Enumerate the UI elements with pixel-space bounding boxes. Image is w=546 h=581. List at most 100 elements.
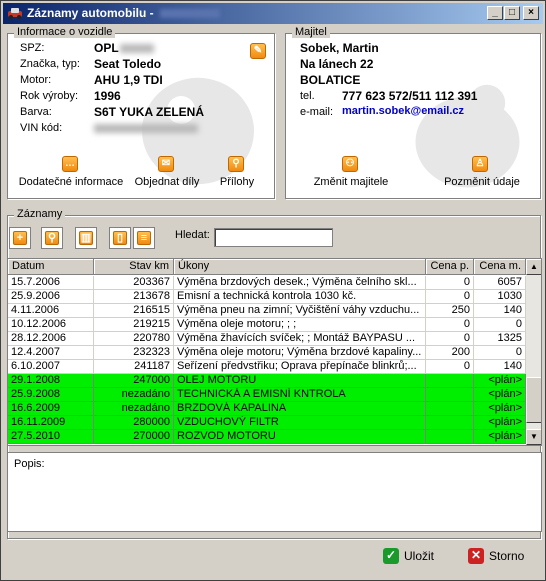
- new-document-button[interactable]: ▯: [109, 227, 131, 249]
- cancel-label: Storno: [489, 549, 525, 563]
- search-icon: ⚲: [45, 231, 59, 245]
- cell-price-parts: 250: [426, 304, 474, 317]
- cell-price-parts: 200: [426, 346, 474, 359]
- cell-price-labor: 140: [474, 360, 526, 373]
- maximize-button[interactable]: □: [504, 6, 520, 20]
- cell-date: 4.11.2006: [8, 304, 94, 317]
- spz-label: SPZ:: [20, 42, 45, 54]
- planned-row[interactable]: 27.5.2010 270000 ROZVOD MOTORU <plán>: [8, 430, 526, 444]
- table-row[interactable]: 4.11.2006 216515 Výměna pneu na zimní; Vyč…: [8, 304, 526, 318]
- year-value: 1996: [94, 89, 121, 103]
- edit-vehicle-pencil-icon[interactable]: ✎: [250, 43, 266, 59]
- cell-date: 10.12.2006: [8, 318, 94, 331]
- description-area[interactable]: Popis:: [7, 452, 542, 532]
- save-button[interactable]: ✓ Uložit: [383, 545, 453, 569]
- cell-date: 15.7.2006: [8, 276, 94, 289]
- plus-icon: +: [13, 231, 27, 245]
- title-bar[interactable]: Záznamy automobilu - _ □ ×: [3, 3, 543, 24]
- column-header-tasks[interactable]: Úkony: [174, 259, 426, 275]
- people-icon[interactable]: ⚇: [342, 156, 358, 172]
- table-row[interactable]: 12.4.2007 232323 Výměna oleje motoru; Výmě…: [8, 346, 526, 360]
- cell-price-labor: 6057: [474, 276, 526, 289]
- scroll-up-arrow-icon[interactable]: ▲: [526, 259, 541, 275]
- document-icon: ▯: [113, 231, 127, 245]
- cell-price-parts: [426, 402, 474, 415]
- edit-details-button[interactable]: Pozměnit údaje: [434, 176, 530, 188]
- cell-price-parts: 0: [426, 290, 474, 303]
- trash-icon: ▥: [79, 231, 93, 245]
- scroll-down-arrow-icon[interactable]: ▼: [526, 429, 541, 445]
- planned-row[interactable]: 16.6.2009 nezadáno BRZDOVÁ KAPALINA <plán>: [8, 402, 526, 416]
- vehicle-info-title: Informace o vozidle: [14, 26, 116, 38]
- table-row[interactable]: 15.7.2006 203367 Výměna brzdových desek.; …: [8, 276, 526, 290]
- cell-task: Výměna pneu na zimní; Vyčištění váhy vzd…: [174, 304, 426, 317]
- cell-km: nezadáno: [94, 402, 174, 415]
- cell-km: nezadáno: [94, 388, 174, 401]
- cell-task: Výměna brzdových desek.; Výměna čelního …: [174, 276, 426, 289]
- vin-redacted: [94, 124, 198, 133]
- close-button[interactable]: ×: [523, 6, 539, 20]
- attachments-button[interactable]: Přílohy: [212, 176, 262, 188]
- cell-date: 29.1.2008: [8, 374, 94, 387]
- owner-group-title: Majitel: [292, 26, 330, 38]
- cell-task: TECHNICKÁ A EMISNÍ KNTROLA: [174, 388, 426, 401]
- table-row[interactable]: 6.10.2007 241187 Seřízení předvstřiku; Opr…: [8, 360, 526, 374]
- search-input[interactable]: [214, 228, 333, 247]
- cell-task: BRZDOVÁ KAPALINA: [174, 402, 426, 415]
- cell-km: 213678: [94, 290, 174, 303]
- cell-task: ROZVOD MOTORU: [174, 430, 426, 443]
- table-row[interactable]: 10.12.2006 219215 Výměna oleje motoru; ; ;…: [8, 318, 526, 332]
- vertical-scrollbar[interactable]: ▲ ▼: [526, 259, 541, 445]
- column-header-price-labor[interactable]: Cena m.: [474, 259, 526, 275]
- cell-task: Výměna oleje motoru; Výměna brzdové kapa…: [174, 346, 426, 359]
- cell-km: 280000: [94, 416, 174, 429]
- cancel-button[interactable]: ✕ Storno: [468, 545, 538, 569]
- cell-km: 241187: [94, 360, 174, 373]
- add-record-button[interactable]: +: [9, 227, 31, 249]
- cell-date: 16.6.2009: [8, 402, 94, 415]
- cell-task: Emisní a technická kontrola 1030 kč.: [174, 290, 426, 303]
- column-header-km[interactable]: Stav km: [94, 259, 174, 275]
- column-header-date[interactable]: Datum: [8, 259, 94, 275]
- order-parts-button[interactable]: Objednat díly: [132, 176, 202, 188]
- person-icon[interactable]: ♙: [472, 156, 488, 172]
- description-label: Popis:: [14, 458, 45, 470]
- cell-price-labor: 140: [474, 304, 526, 317]
- car-icon: [8, 8, 22, 19]
- cell-date: 25.9.2008: [8, 388, 94, 401]
- delete-record-button[interactable]: ▥: [75, 227, 97, 249]
- minimize-button[interactable]: _: [487, 6, 503, 20]
- cell-price-parts: 0: [426, 332, 474, 345]
- chat-icon[interactable]: …: [62, 156, 78, 172]
- scroll-thumb[interactable]: [526, 377, 541, 423]
- close-x-icon: ✕: [468, 548, 484, 564]
- column-header-price-parts[interactable]: Cena p.: [426, 259, 474, 275]
- planned-row[interactable]: 16.11.2009 280000 VZDUCHOVÝ FILTR <plán>: [8, 416, 526, 430]
- cell-task: Výměna oleje motoru; ; ;: [174, 318, 426, 331]
- search-record-button[interactable]: ⚲: [41, 227, 63, 249]
- change-owner-button[interactable]: Změnit majitele: [296, 176, 406, 188]
- spz-value: OPL: [94, 41, 119, 55]
- paperclip-icon[interactable]: ⚲: [228, 156, 244, 172]
- table-row[interactable]: 28.12.2006 220780 Výměna žhavících svíček;…: [8, 332, 526, 346]
- planned-row[interactable]: 25.9.2008 nezadáno TECHNICKÁ A EMISNÍ KNTR…: [8, 388, 526, 402]
- planned-row[interactable]: 29.1.2008 247000 OLEJ MOTORU <plán>: [8, 374, 526, 388]
- cell-date: 12.4.2007: [8, 346, 94, 359]
- year-label: Rok výroby:: [20, 90, 79, 102]
- main-window: Záznamy automobilu - _ □ × Informace o v…: [0, 0, 546, 581]
- mail-icon[interactable]: ✉: [158, 156, 174, 172]
- color-label: Barva:: [20, 106, 52, 118]
- additional-info-button[interactable]: Dodatečné informace: [12, 176, 130, 188]
- cell-price-parts: 0: [426, 276, 474, 289]
- brand-label: Značka, typ:: [20, 58, 80, 70]
- report-button[interactable]: ≡: [133, 227, 155, 249]
- table-row[interactable]: 25.9.2006 213678 Emisní a technická kontro…: [8, 290, 526, 304]
- background-watermark-icon: [415, 84, 520, 188]
- engine-label: Motor:: [20, 74, 52, 86]
- cell-km: 219215: [94, 318, 174, 331]
- cell-task: Seřízení předvstřiku; Oprava přepínače b…: [174, 360, 426, 373]
- owner-email-link[interactable]: martin.sobek@email.cz: [342, 105, 464, 117]
- color-value: S6T YUKA ZELENÁ: [94, 105, 205, 119]
- cell-date: 28.12.2006: [8, 332, 94, 345]
- email-label: e-mail:: [300, 106, 334, 118]
